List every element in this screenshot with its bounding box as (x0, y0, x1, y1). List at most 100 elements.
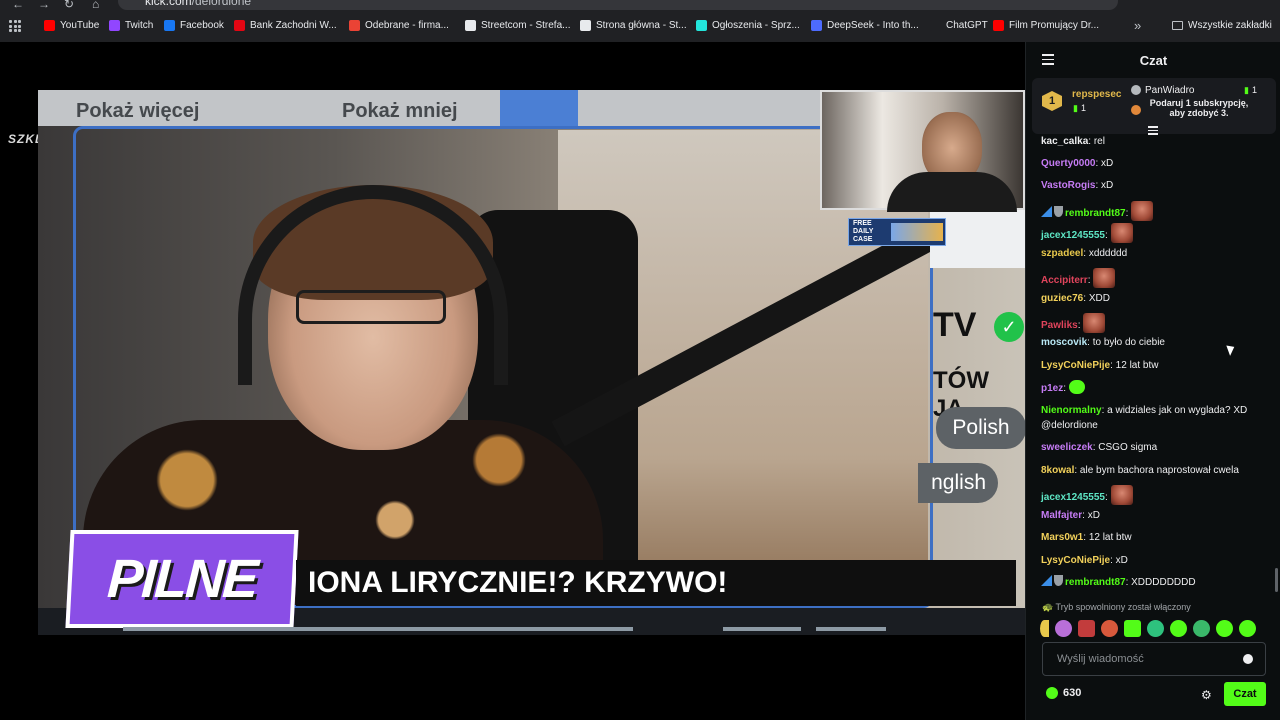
chat-username[interactable]: 8kowal (1041, 465, 1074, 476)
home-icon[interactable]: ⌂ (92, 0, 99, 11)
address-bar[interactable] (118, 0, 1118, 10)
bookmark-item[interactable]: Facebook (164, 20, 224, 31)
chat-message-text: 12 lat btw (1115, 360, 1159, 371)
chat-username[interactable]: Nienormalny (1041, 405, 1102, 416)
chat-message: sweeliczek: CSGO sigma (1041, 442, 1158, 453)
chat-message-text: rel (1093, 136, 1105, 147)
more-bookmarks-icon[interactable]: » (1134, 18, 1141, 33)
bookmark-favicon-icon (109, 20, 120, 31)
top-gifter-user[interactable]: repspesec (1072, 89, 1121, 100)
chat-message-text: ale bym bachora naprostował cwela (1079, 465, 1239, 476)
chat-message: moscovik: to było do ciebie (1041, 337, 1165, 348)
chat-username[interactable]: p1ez (1041, 383, 1063, 394)
bookmark-item[interactable]: YouTube (44, 20, 99, 31)
chat-message: 8kowal: ale bym bachora naprostował cwel… (1041, 465, 1239, 476)
emoji-icon[interactable] (1243, 654, 1253, 664)
chat-username[interactable]: Querty0000 (1041, 158, 1095, 169)
emote-button[interactable] (1055, 620, 1072, 637)
sub-badge-icon (1041, 206, 1052, 217)
chat-username[interactable]: rembrandt87 (1065, 577, 1126, 588)
back-icon[interactable]: ← (12, 0, 24, 11)
emote-button[interactable] (1170, 620, 1187, 637)
chat-input-box[interactable] (1042, 642, 1266, 676)
scrollbar[interactable] (1275, 568, 1278, 592)
emote-button[interactable] (1216, 620, 1233, 637)
chat-message: rembrandt87: (1041, 201, 1154, 221)
chat-username[interactable]: sweeliczek (1041, 442, 1093, 453)
sub-badge-icon (1041, 575, 1052, 586)
bookmark-item[interactable]: Bank Zachodni W... (234, 20, 337, 31)
bookmark-item[interactable]: Film Promujący Dr... (993, 20, 1099, 31)
emote-button[interactable] (1147, 620, 1164, 637)
emote-button[interactable] (1193, 620, 1210, 637)
emote-quick-bar (1040, 620, 1256, 637)
expand-pinned-icon[interactable] (1148, 126, 1158, 136)
chat-message-text: xD (1101, 180, 1114, 191)
chat-username[interactable]: szpadeel (1041, 248, 1083, 259)
verified-check-icon: ✓ (994, 312, 1024, 342)
chat-username[interactable]: VastoRogis (1041, 180, 1095, 191)
chat-header: Czat (1026, 42, 1280, 78)
stream-overlay-show-less: Pokaż mniej (342, 100, 458, 122)
bookmark-item[interactable]: Streetcom - Strefa... (465, 20, 570, 31)
reload-icon[interactable]: ↻ (64, 0, 74, 11)
gear-icon[interactable]: ⚙ (1201, 688, 1212, 702)
emote-button[interactable] (1040, 620, 1049, 637)
channel-points[interactable]: 630 (1046, 687, 1081, 699)
chat-message-text: XDDDDDDDD (1131, 577, 1196, 588)
folder-icon (1172, 21, 1183, 30)
gift-count: ▮ 1 (1244, 85, 1257, 95)
chat-username[interactable]: jacex1245555 (1041, 492, 1105, 503)
chat-username[interactable]: guziec76 (1041, 293, 1083, 304)
chat-message: guziec76: XDD (1041, 293, 1110, 304)
bookmark-favicon-icon (993, 20, 1004, 31)
slow-mode-notice: 🐢 Tryb spowolniony został włączony (1042, 602, 1191, 612)
news-ticker: IONA LIRYCZNIE!? KRZYWO! (296, 560, 1016, 606)
chat-message: Nienormalny: a widziales jak on wyglada?… (1041, 405, 1248, 431)
chat-username[interactable]: LysyCoNiePije (1041, 555, 1110, 566)
bookmark-item[interactable]: Strona główna - St... (580, 20, 687, 31)
chat-message: LysyCoNiePije: xD (1041, 555, 1128, 566)
emote-button[interactable] (1078, 620, 1095, 637)
chat-username[interactable]: LysyCoNiePije (1041, 360, 1110, 371)
chat-username[interactable]: Mars0w1 (1041, 532, 1083, 543)
stream-video[interactable]: Pokaż więcej Pokaż mniej FREE DAILY CASE… (38, 90, 1025, 635)
bookmark-favicon-icon (811, 20, 822, 31)
all-bookmarks-folder[interactable]: Wszystkie zakładki (1172, 20, 1272, 31)
gift-count: ▮ 1 (1073, 103, 1086, 113)
collapse-chat-icon[interactable] (1042, 54, 1054, 66)
chat-message: rembrandt87: XDDDDDDDD (1041, 575, 1196, 590)
emote-button[interactable] (1239, 620, 1256, 637)
chat-message-text: xdddddd (1088, 248, 1128, 259)
chat-username[interactable]: jacex1245555 (1041, 230, 1105, 241)
bookmark-favicon-icon (44, 20, 55, 31)
chat-message: Pawliks: (1041, 313, 1106, 333)
chat-username[interactable]: moscovik (1041, 337, 1087, 348)
chat-message-input[interactable] (1043, 643, 1233, 675)
url-text[interactable]: kick.com/delordione (145, 0, 251, 8)
shield-badge-icon (1054, 206, 1063, 217)
bookmark-item[interactable]: DeepSeek - Into th... (811, 20, 919, 31)
apps-grid-icon[interactable] (9, 20, 21, 32)
emote-button[interactable] (1101, 620, 1118, 637)
send-chat-button[interactable]: Czat (1224, 682, 1266, 706)
chat-message-text: xD (1087, 510, 1100, 521)
emote-icon (1110, 485, 1133, 505)
chat-message-text: CSGO sigma (1098, 442, 1158, 453)
emote-button[interactable] (1124, 620, 1141, 637)
bookmark-item[interactable]: Twitch (109, 20, 153, 31)
chat-username[interactable]: Accipiterr (1041, 275, 1088, 286)
gift-sub-promo[interactable]: Podaruj 1 subskrypcję, aby zdobyć 3. (1144, 98, 1254, 118)
forward-icon[interactable]: → (38, 0, 50, 11)
bookmark-item[interactable]: Ogłoszenia - Sprz... (696, 20, 800, 31)
chat-message: jacex1245555: (1041, 485, 1133, 505)
chat-username[interactable]: Malfajter (1041, 510, 1082, 521)
chat-username[interactable]: rembrandt87 (1065, 208, 1126, 219)
chat-username[interactable]: Pawliks (1041, 320, 1078, 331)
bookmark-item[interactable]: ChatGPT (930, 20, 988, 31)
chat-username[interactable]: kac_calka (1041, 136, 1088, 147)
video-player[interactable]: SZKLANAY2J Pokaż więcej Pokaż mniej FREE… (0, 42, 1025, 720)
second-gifter-user[interactable]: PanWiadro (1145, 85, 1194, 96)
bookmark-item[interactable]: Odebrane - firma... (349, 20, 449, 31)
chat-message: kac_calka: rel (1041, 136, 1105, 147)
